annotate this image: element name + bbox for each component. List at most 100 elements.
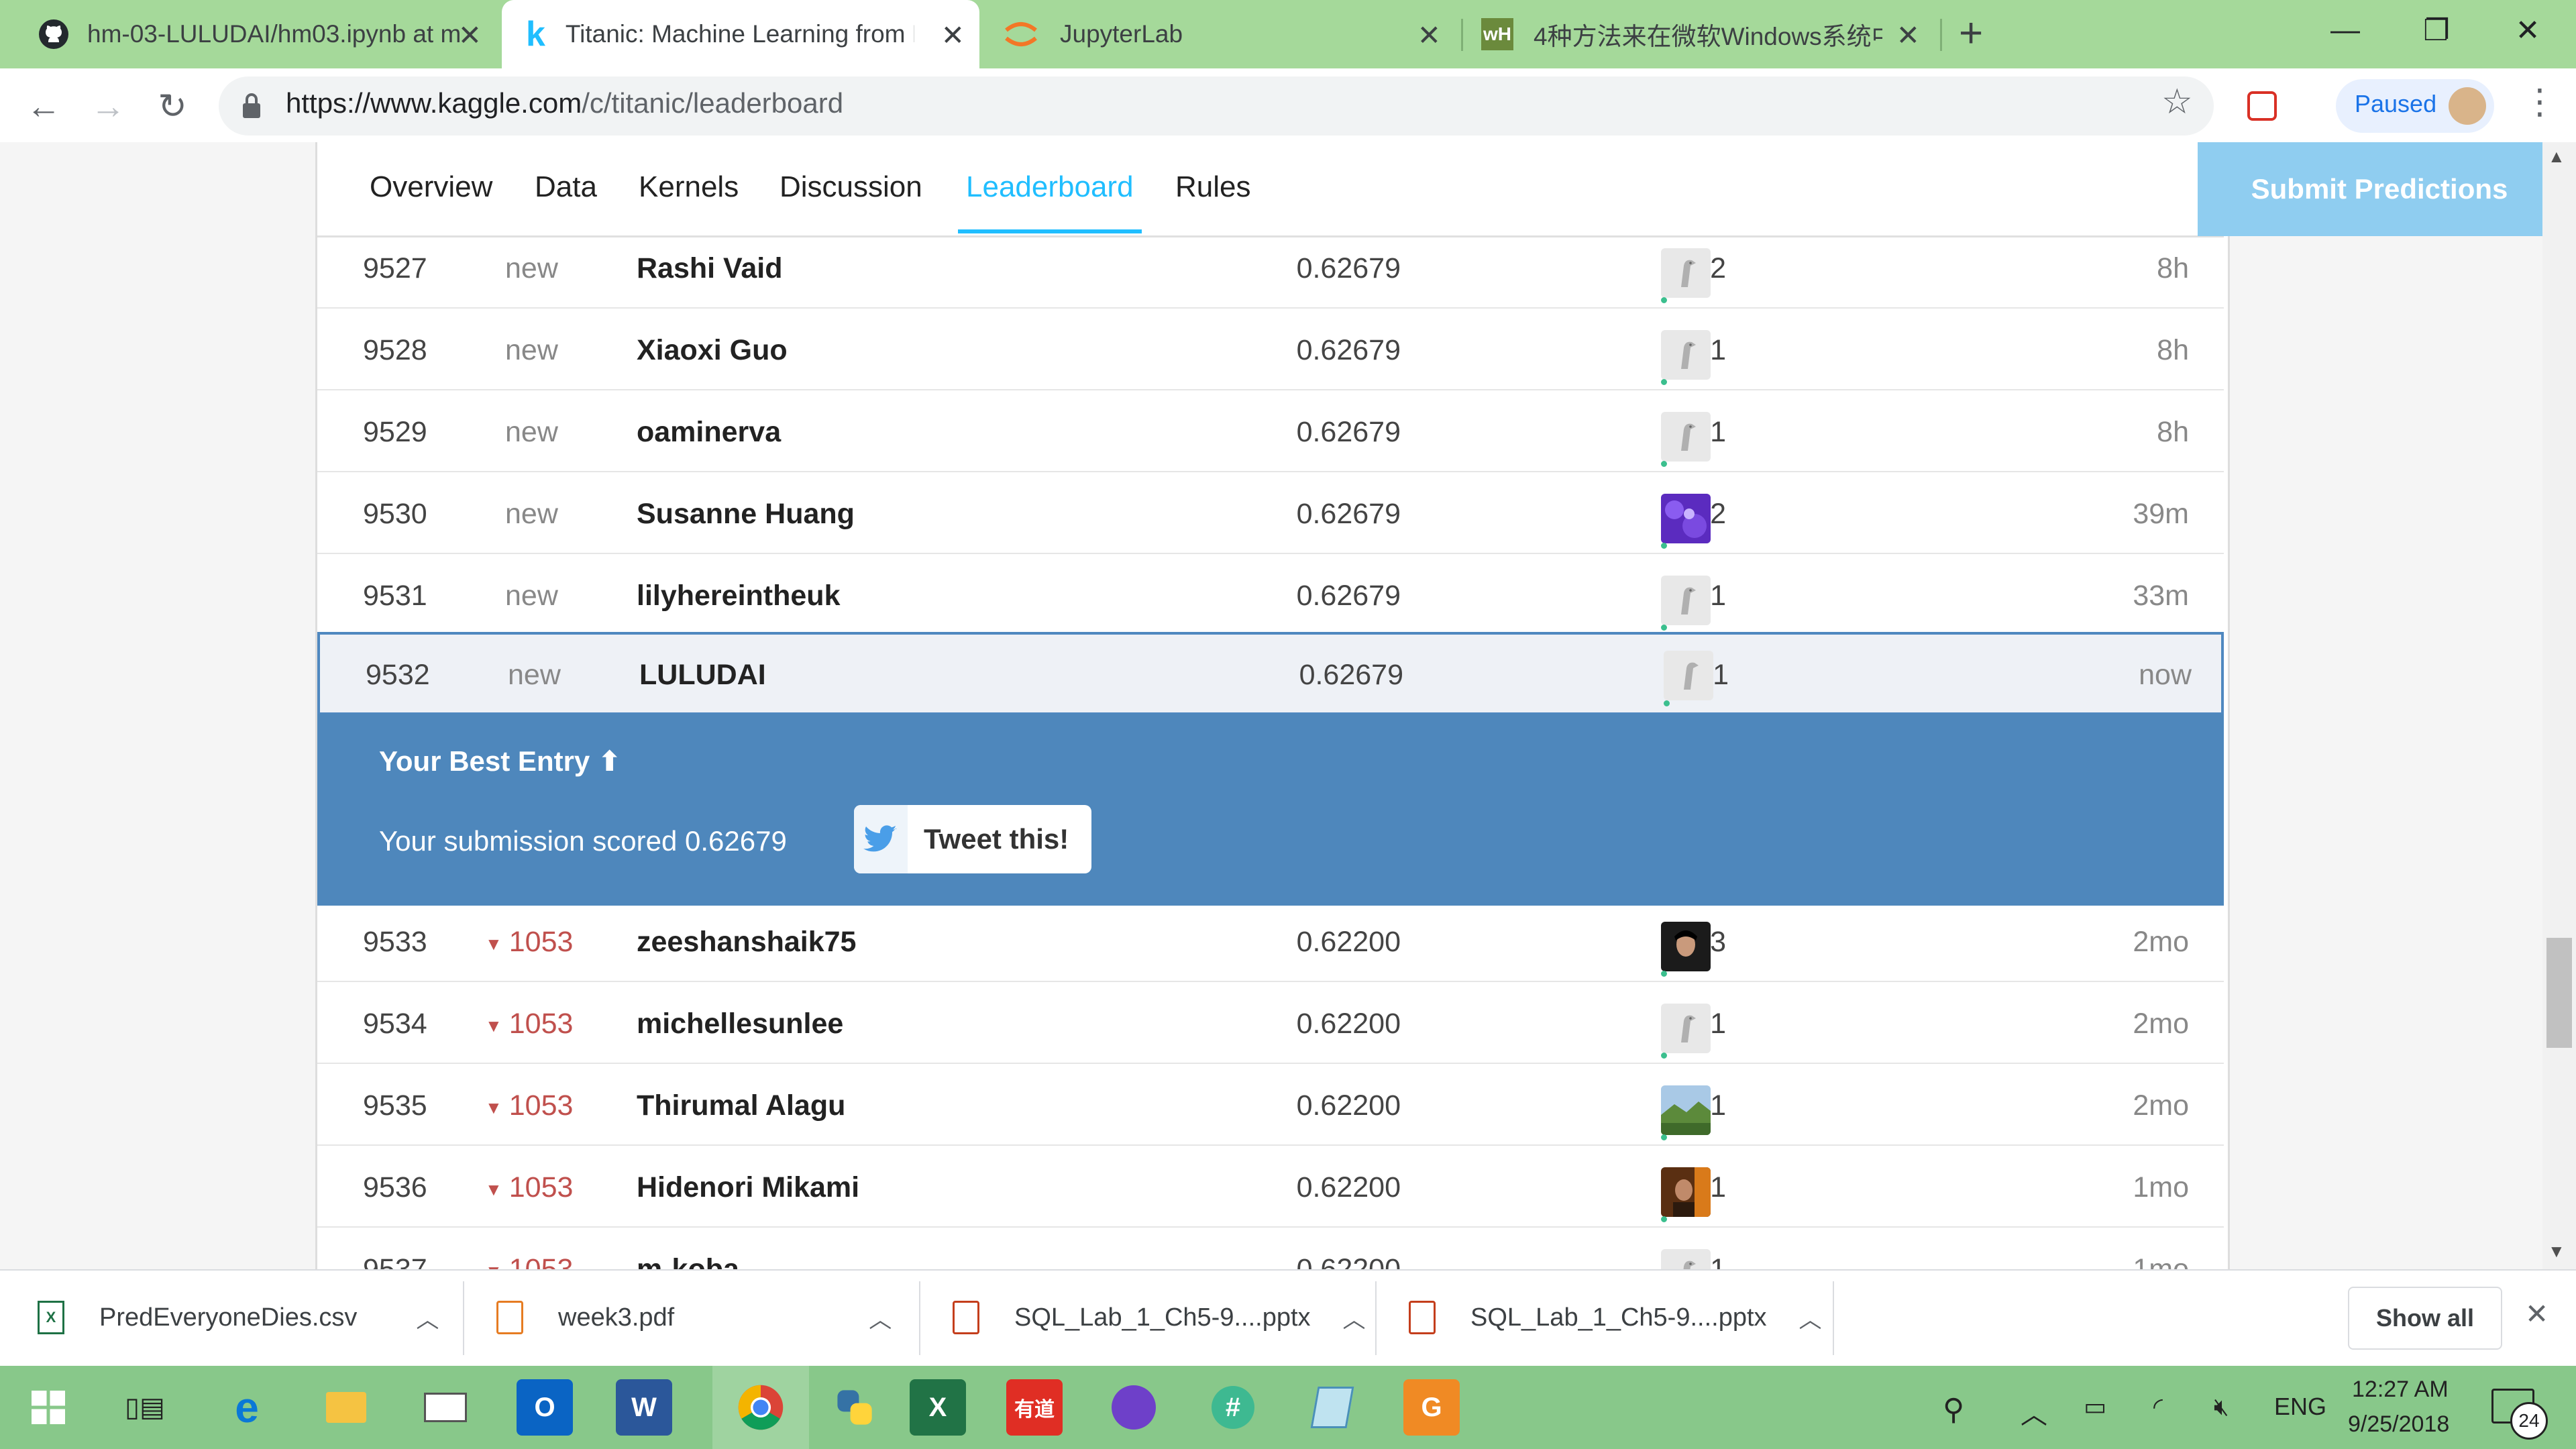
leaderboard-row[interactable]: 9536 ▼ 1053 Hidenori Mikami 0.62200 1 1mo <box>317 1147 2224 1228</box>
download-item[interactable]: SQL_Lab_1_Ch5-9....pptx ︿ <box>953 1269 1382 1366</box>
leaderboard-row[interactable]: 9530 new Susanne Huang 0.62679 2 39m <box>317 474 2224 554</box>
battery-icon[interactable]: ▭ <box>2084 1393 2106 1421</box>
avatar <box>2449 87 2486 125</box>
browser-tab-kaggle[interactable]: k Titanic: Machine Learning from D ✕ <box>502 0 979 68</box>
rank: 9528 <box>363 334 427 366</box>
outlook-icon[interactable]: O <box>517 1379 573 1436</box>
entries-count: 1 <box>1710 1171 1726 1203</box>
excel-icon[interactable]: X <box>910 1379 966 1436</box>
word-icon[interactable]: W <box>616 1379 672 1436</box>
youdao-icon[interactable]: 有道 <box>1006 1379 1063 1436</box>
bookmark-star-icon[interactable]: ☆ <box>2161 82 2193 122</box>
windows-start-icon[interactable] <box>20 1379 76 1436</box>
close-icon[interactable]: ✕ <box>941 19 965 52</box>
team-name[interactable]: Hidenori Mikami <box>637 1147 859 1228</box>
notepad-icon[interactable] <box>1304 1379 1360 1436</box>
edge-icon[interactable]: e <box>219 1379 275 1436</box>
last-submission: 39m <box>2133 498 2189 530</box>
chevron-up-icon[interactable]: ︿ <box>1343 1301 1366 1334</box>
csv-file-icon: X <box>38 1301 64 1334</box>
leaderboard-row[interactable]: 9535 ▼ 1053 Thirumal Alagu 0.62200 1 2mo <box>317 1065 2224 1146</box>
divider <box>463 1281 464 1355</box>
forward-arrow-icon[interactable]: → <box>85 83 131 130</box>
team-name[interactable]: zeeshanshaik75 <box>637 902 856 982</box>
team-name[interactable]: michellesunlee <box>637 983 843 1064</box>
leaderboard-row[interactable]: 9533 ▼ 1053 zeeshanshaik75 0.62200 3 2mo <box>317 902 2224 982</box>
wifi-icon[interactable]: ◜ <box>2153 1393 2163 1421</box>
team-name[interactable]: Thirumal Alagu <box>637 1065 845 1146</box>
slack-icon[interactable]: # <box>1205 1379 1261 1436</box>
team-name[interactable]: Xiaoxi Guo <box>637 310 788 390</box>
download-item[interactable]: SQL_Lab_1_Ch5-9....pptx ︿ <box>1409 1269 1838 1366</box>
leaderboard-row[interactable]: 9531 new lilyhereintheuk 0.62679 1 33m <box>317 555 2224 636</box>
tab-divider <box>1461 19 1463 51</box>
file-explorer-icon[interactable] <box>318 1379 374 1436</box>
rank-change-value: 1053 <box>508 1008 574 1040</box>
score: 0.62200 <box>1296 1171 1401 1203</box>
extension-icon[interactable] <box>2247 91 2277 121</box>
menu-kebab-icon[interactable]: ⋮ <box>2522 82 2557 122</box>
mail-icon[interactable] <box>417 1379 474 1436</box>
tab-overview[interactable]: Overview <box>370 170 492 204</box>
clock-time[interactable]: 12:27 AM <box>2352 1377 2449 1403</box>
team-name[interactable]: LULUDAI <box>639 635 766 715</box>
browser-tab-github[interactable]: hm-03-LULUDAI/hm03.ipynb at m ✕ <box>0 0 496 68</box>
people-icon[interactable]: ⚲ <box>1943 1393 1964 1427</box>
chevron-up-icon[interactable]: ︿ <box>416 1301 439 1334</box>
tab-rules[interactable]: Rules <box>1175 170 1251 204</box>
team-name[interactable]: lilyhereintheuk <box>637 555 840 636</box>
team-name[interactable]: oaminerva <box>637 392 781 472</box>
chevron-up-icon[interactable]: ︿ <box>869 1301 892 1334</box>
close-window-button[interactable]: ✕ <box>2487 0 2568 60</box>
leaderboard-row[interactable]: 9527 new Rashi Vaid 0.62679 2 8h <box>317 228 2224 309</box>
minimize-button[interactable]: — <box>2305 0 2385 60</box>
scrollbar-track[interactable] <box>2542 142 2576 1269</box>
entries-count: 2 <box>1710 498 1726 530</box>
browser-tab-jupyterlab[interactable]: JupyterLab ✕ <box>986 0 1456 68</box>
chevron-up-icon[interactable]: ︿ <box>1799 1301 1822 1334</box>
python-icon[interactable] <box>826 1379 883 1436</box>
pdf-reader-icon[interactable]: G <box>1403 1379 1460 1436</box>
down-triangle-icon: ▼ <box>485 933 502 954</box>
leaderboard-row[interactable]: 9534 ▼ 1053 michellesunlee 0.62200 1 2mo <box>317 983 2224 1064</box>
scrollbar-thumb[interactable] <box>2546 938 2572 1048</box>
tab-leaderboard[interactable]: Leaderboard <box>966 170 1134 204</box>
close-icon[interactable]: ✕ <box>458 19 482 52</box>
leaderboard-row[interactable]: 9528 new Xiaoxi Guo 0.62679 1 8h <box>317 310 2224 390</box>
chevron-up-icon[interactable]: ︿ <box>2021 1393 2047 1432</box>
tab-kernels[interactable]: Kernels <box>639 170 739 204</box>
close-icon[interactable]: ✕ <box>1417 19 1441 52</box>
download-item[interactable]: X PredEveryoneDies.csv ︿ <box>38 1269 440 1366</box>
github-desktop-icon[interactable] <box>1106 1379 1162 1436</box>
new-tab-button[interactable]: + <box>1959 9 1983 57</box>
clock-date[interactable]: 9/25/2018 <box>2348 1411 2449 1438</box>
leaderboard-row[interactable]: 9529 new oaminerva 0.62679 1 8h <box>317 392 2224 472</box>
entries-count: 1 <box>1710 334 1726 366</box>
close-icon[interactable]: ✕ <box>2525 1297 2548 1330</box>
windows-taskbar <box>0 1366 2576 1449</box>
close-icon[interactable]: ✕ <box>1896 19 1920 52</box>
tab-discussion[interactable]: Discussion <box>780 170 922 204</box>
team-name[interactable]: Susanne Huang <box>637 474 855 554</box>
my-leaderboard-row[interactable]: 9532 new LULUDAI 0.62679 1 now <box>317 632 2224 715</box>
tab-data[interactable]: Data <box>535 170 597 204</box>
pptx-file-icon <box>1409 1301 1436 1334</box>
score: 0.62200 <box>1296 1089 1401 1122</box>
scroll-down-arrow-icon[interactable]: ▼ <box>2548 1241 2565 1262</box>
submit-predictions-button[interactable]: Submit Predictions <box>2198 142 2561 236</box>
tweet-button[interactable]: Tweet this! <box>854 805 1091 873</box>
download-item[interactable]: week3.pdf ︿ <box>496 1269 899 1366</box>
input-language[interactable]: ENG <box>2274 1393 2326 1421</box>
entries-count: 1 <box>1713 659 1729 691</box>
volume-muted-icon[interactable]: 🔇︎ <box>2214 1393 2229 1421</box>
back-arrow-icon[interactable]: ← <box>20 83 67 130</box>
scroll-up-arrow-icon[interactable]: ▲ <box>2548 146 2565 167</box>
browser-tab-wikihow[interactable]: wH 4种方法来在微软Windows系统中 ✕ <box>1465 0 1935 68</box>
restore-button[interactable]: ❐ <box>2396 0 2477 60</box>
reload-icon[interactable]: ↻ <box>149 83 196 130</box>
show-all-downloads-button[interactable]: Show all <box>2348 1287 2502 1350</box>
task-view-icon[interactable]: ▯▤ <box>117 1379 173 1436</box>
chrome-icon[interactable] <box>733 1379 789 1436</box>
team-name[interactable]: Rashi Vaid <box>637 228 782 309</box>
download-filename: SQL_Lab_1_Ch5-9....pptx <box>1470 1303 1767 1332</box>
